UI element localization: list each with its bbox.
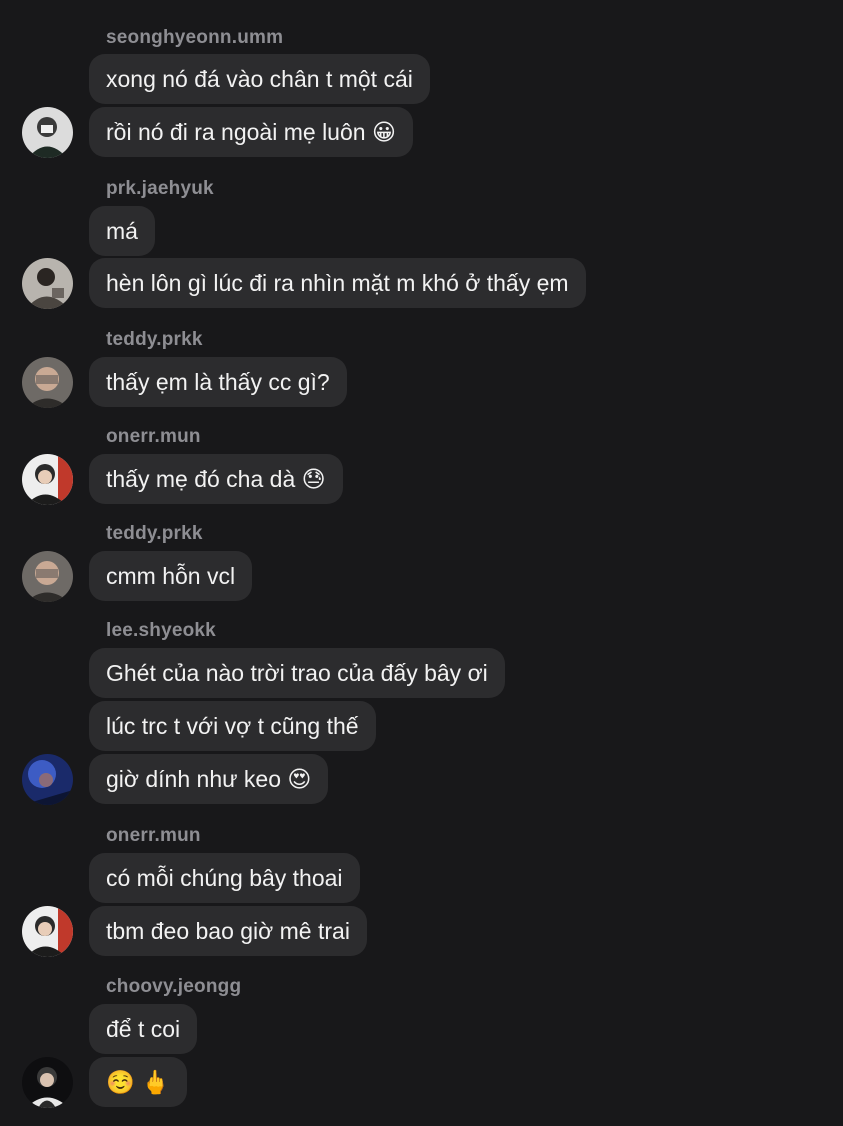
message-bubble[interactable]: để t coi <box>89 1004 198 1054</box>
message-bubble[interactable]: rồi nó đi ra ngoài mẹ luôn 😀 <box>89 107 413 157</box>
avatar-seonghyeonn[interactable] <box>22 107 73 158</box>
message-bubble[interactable]: cmm hỗn vcl <box>89 551 253 601</box>
avatar-choovy[interactable] <box>22 1057 73 1108</box>
avatar-teddy[interactable] <box>22 551 73 602</box>
message-bubble[interactable]: má <box>89 206 155 256</box>
message-bubble[interactable]: ☺️ 🖕 <box>89 1057 187 1107</box>
sender-name[interactable]: onerr.mun <box>106 426 201 448</box>
message-bubble[interactable]: giờ dính như keo 😍 <box>89 754 329 804</box>
avatar-teddy[interactable] <box>22 357 73 408</box>
message-bubble[interactable]: có mỗi chúng bây thoai <box>89 853 360 903</box>
message-bubble[interactable]: Ghét của nào trời trao của đấy bây ơi <box>89 648 505 698</box>
sender-name[interactable]: onerr.mun <box>106 825 201 847</box>
sender-name[interactable]: teddy.prkk <box>106 329 203 351</box>
sender-name[interactable]: seonghyeonn.umm <box>106 27 283 49</box>
message-bubble[interactable]: thấy ẹm là thấy cc gì? <box>89 357 347 407</box>
message-bubble[interactable]: xong nó đá vào chân t một cái <box>89 54 430 104</box>
message-bubble[interactable]: tbm đeo bao giờ mê trai <box>89 906 367 956</box>
sender-name[interactable]: choovy.jeongg <box>106 976 241 998</box>
sender-name[interactable]: prk.jaehyuk <box>106 178 214 200</box>
sender-name[interactable]: lee.shyeokk <box>106 620 216 642</box>
avatar-jaehyuk[interactable] <box>22 258 73 309</box>
avatar-onerr[interactable] <box>22 454 73 505</box>
avatar-shyeokk[interactable] <box>22 754 73 805</box>
message-bubble[interactable]: thấy mẹ đó cha dà 😓 <box>89 454 343 504</box>
avatar-onerr[interactable] <box>22 906 73 957</box>
sender-name[interactable]: teddy.prkk <box>106 523 203 545</box>
message-bubble[interactable]: hèn lôn gì lúc đi ra nhìn mặt m khó ở th… <box>89 258 586 308</box>
message-bubble[interactable]: lúc trc t với vợ t cũng thế <box>89 701 376 751</box>
